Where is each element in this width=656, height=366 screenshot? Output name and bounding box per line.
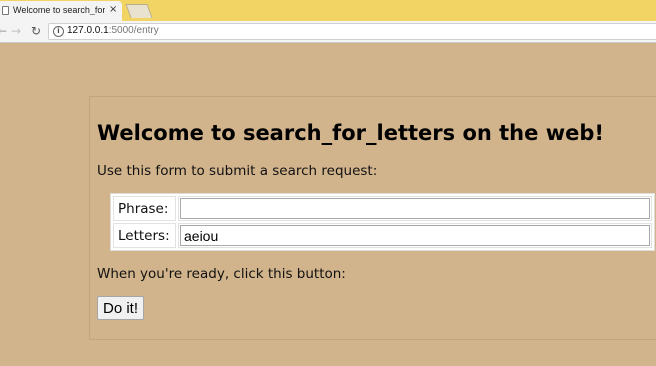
- letters-input[interactable]: [180, 225, 650, 246]
- info-icon[interactable]: i: [53, 26, 64, 37]
- ready-text: When you're ready, click this button:: [97, 266, 346, 282]
- phrase-input[interactable]: [180, 198, 650, 219]
- close-tab-icon[interactable]: ×: [109, 4, 117, 15]
- url-text: 127.0.0.1:5000/entry: [67, 25, 159, 36]
- new-tab-button[interactable]: [125, 4, 153, 18]
- letters-label: Letters:: [113, 223, 176, 248]
- browser-toolbar: ← → ↻ i 127.0.0.1:5000/entry: [0, 21, 656, 43]
- tab-title: Welcome to search_for_: [13, 5, 105, 15]
- page-title: Welcome to search_for_letters on the web…: [97, 121, 604, 145]
- letters-row: Letters:: [113, 223, 652, 248]
- url-path: :5000/entry: [108, 25, 159, 36]
- phrase-cell: [178, 196, 652, 221]
- url-host: 127.0.0.1: [67, 25, 109, 36]
- search-form-table: Phrase: Letters:: [110, 193, 655, 251]
- browser-tab[interactable]: Welcome to search_for_ ×: [0, 1, 122, 21]
- phrase-label: Phrase:: [113, 196, 176, 221]
- phrase-row: Phrase:: [113, 196, 652, 221]
- forward-arrow-icon[interactable]: →: [11, 24, 21, 38]
- tab-strip: Welcome to search_for_ ×: [0, 0, 656, 21]
- page-icon: [2, 6, 9, 15]
- reload-icon[interactable]: ↻: [31, 24, 41, 38]
- back-arrow-icon[interactable]: ←: [0, 24, 7, 38]
- intro-text: Use this form to submit a search request…: [97, 163, 378, 179]
- letters-cell: [178, 223, 652, 248]
- address-bar[interactable]: i 127.0.0.1:5000/entry: [48, 23, 656, 40]
- submit-button[interactable]: Do it!: [97, 296, 145, 320]
